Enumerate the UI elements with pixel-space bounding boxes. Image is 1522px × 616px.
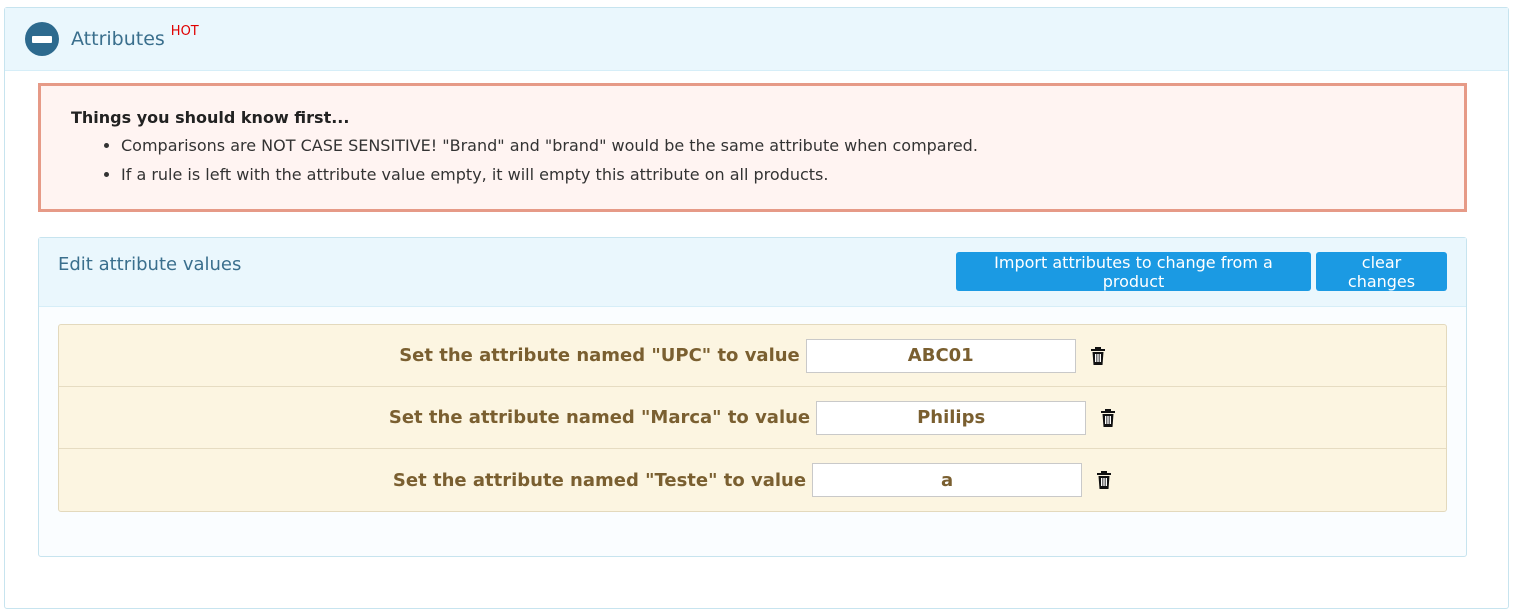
rule-label: Set the attribute named "Teste" to value xyxy=(392,469,807,491)
clear-changes-button[interactable]: clear changes xyxy=(1316,252,1447,291)
rule-row: Set the attribute named "Teste" to value xyxy=(59,449,1446,511)
hot-badge: HOT xyxy=(170,23,199,39)
trash-icon[interactable] xyxy=(1090,346,1106,365)
rule-row: Set the attribute named "Marca" to value xyxy=(59,387,1446,449)
import-attributes-button[interactable]: Import attributes to change from a produ… xyxy=(956,252,1311,291)
attribute-value-input[interactable] xyxy=(805,338,1076,373)
rule-row: Set the attribute named "UPC" to value xyxy=(59,325,1446,387)
minus-circle-icon[interactable] xyxy=(25,22,59,56)
trash-icon[interactable] xyxy=(1100,408,1116,427)
edit-panel-heading: Edit attribute values Import attributes … xyxy=(39,238,1466,307)
panel-heading: Attributes HOT xyxy=(5,8,1508,71)
rules-list: Set the attribute named "UPC" to value S… xyxy=(58,324,1447,512)
alert-item: Comparisons are NOT CASE SENSITIVE! "Bra… xyxy=(121,131,1434,160)
edit-panel-title: Edit attribute values xyxy=(58,254,242,275)
panel-title: Attributes xyxy=(71,28,165,50)
alert-list: Comparisons are NOT CASE SENSITIVE! "Bra… xyxy=(71,131,1434,189)
alert-title: Things you should know first... xyxy=(71,108,350,127)
alert-item: If a rule is left with the attribute val… xyxy=(121,160,1434,189)
rule-label: Set the attribute named "UPC" to value xyxy=(399,345,800,366)
attribute-value-input[interactable] xyxy=(816,400,1087,435)
edit-attribute-panel: Edit attribute values Import attributes … xyxy=(38,237,1467,557)
trash-icon[interactable] xyxy=(1096,471,1112,489)
info-alert: Things you should know first... Comparis… xyxy=(38,83,1467,212)
attribute-value-input[interactable] xyxy=(812,463,1083,497)
rule-label: Set the attribute named "Marca" to value xyxy=(388,407,811,428)
